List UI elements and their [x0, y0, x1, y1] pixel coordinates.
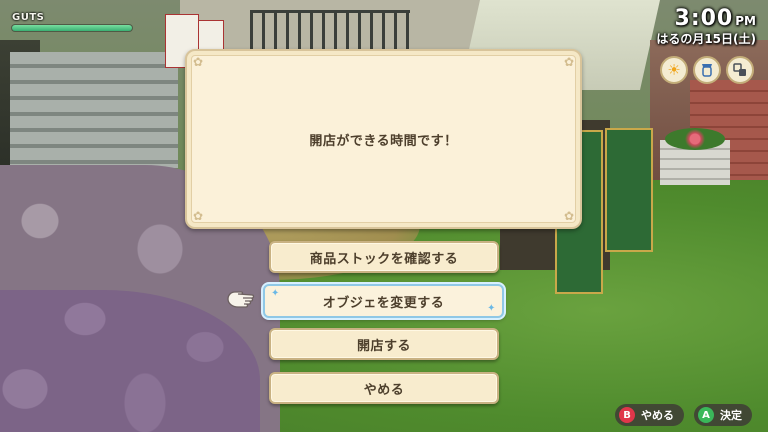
- ornament-icon: ✿: [193, 209, 204, 223]
- shop-banner: [605, 128, 653, 252]
- menu-option-change-objects[interactable]: ✦ ✦ オブジェを変更する: [263, 284, 504, 318]
- menu-option-label: やめる: [363, 382, 405, 398]
- confirm-prompt[interactable]: A 決定: [694, 404, 752, 426]
- menu-option-open-shop[interactable]: 開店する: [269, 328, 499, 360]
- pointing-hand-cursor-icon: [227, 291, 255, 308]
- guts-bar-fill: [12, 25, 132, 31]
- stone-stairs: [10, 52, 178, 168]
- ornament-icon: ✿: [193, 55, 204, 69]
- message-dialog: ✿ ✿ ✿ ✿ 開店ができる時間です！: [185, 49, 582, 229]
- sparkle-icon: ✦: [487, 303, 496, 314]
- confirm-prompt-label: 決定: [720, 409, 742, 422]
- clock-ampm: PM: [735, 14, 756, 28]
- b-button-icon: B: [619, 407, 635, 423]
- seed-bag-icon: [693, 56, 721, 84]
- cycle-tool-icon: [726, 56, 754, 84]
- cancel-prompt-label: やめる: [641, 409, 674, 422]
- a-button-icon: A: [698, 407, 714, 423]
- ornament-icon: ✿: [563, 209, 574, 223]
- guts-label: GUTS: [12, 12, 45, 23]
- guts-bar: [12, 25, 132, 31]
- button-prompts: B やめる A 決定: [615, 404, 752, 426]
- sun-weather-icon: ☀: [660, 56, 688, 84]
- calendar-date: はるの月15日(土): [656, 32, 756, 46]
- dialog-message: 開店ができる時間です！: [309, 133, 458, 149]
- menu-option-cancel[interactable]: やめる: [269, 372, 499, 404]
- menu-option-label: 商品ストックを確認する: [309, 251, 459, 267]
- sparkle-icon: ✦: [271, 288, 280, 299]
- clock: 3:00 PM はるの月15日(土): [656, 6, 756, 47]
- menu-option-label: 開店する: [356, 338, 411, 354]
- menu-option-check-stock[interactable]: 商品ストックを確認する: [269, 241, 499, 273]
- status-icons: ☀: [660, 56, 754, 84]
- ornament-icon: ✿: [563, 55, 574, 69]
- cancel-prompt[interactable]: B やめる: [615, 404, 684, 426]
- iron-fence: [250, 10, 410, 49]
- menu-option-label: オブジェを変更する: [322, 295, 445, 311]
- clock-time: 3:00: [674, 6, 734, 31]
